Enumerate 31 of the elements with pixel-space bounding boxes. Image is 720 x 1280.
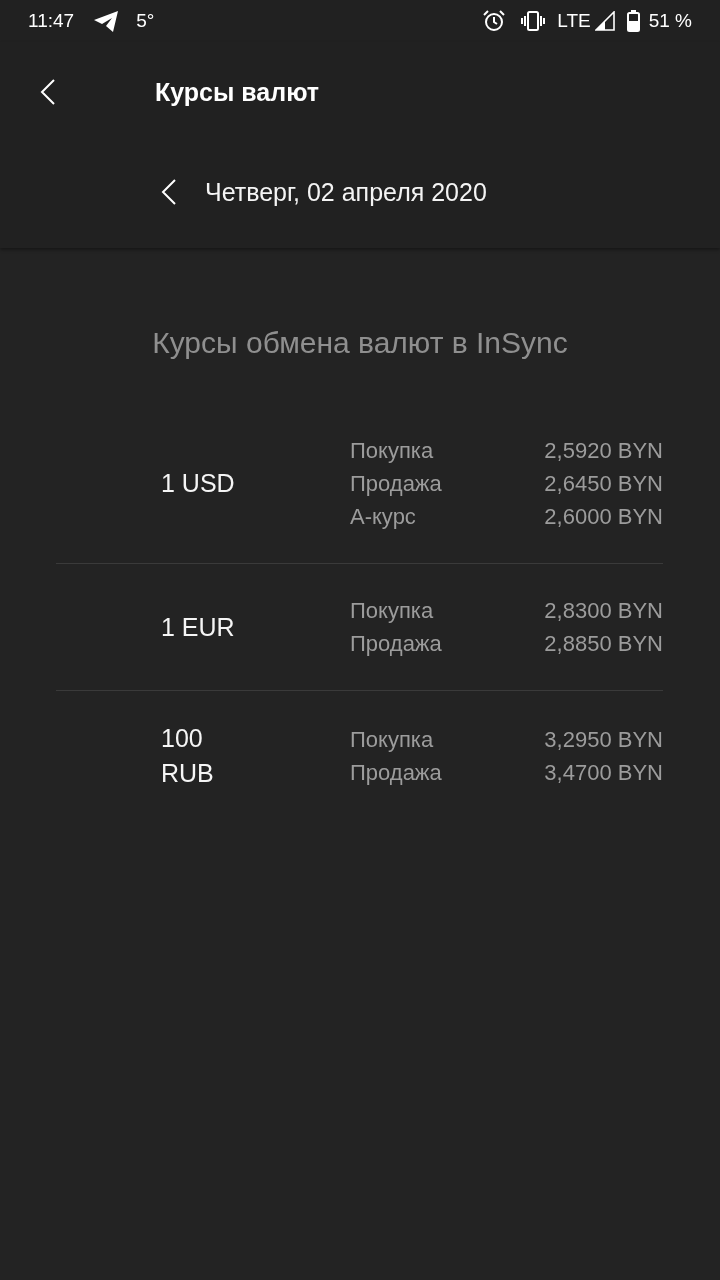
rate-value: 3,4700 BYN: [544, 759, 663, 787]
signal-icon: [594, 11, 615, 31]
temperature-label: 5°: [136, 10, 155, 32]
rate-label: Покупка: [350, 726, 435, 754]
network-type: LTE: [557, 10, 591, 32]
rate-label: Покупка: [350, 597, 435, 625]
rate-value: 3,2950 BYN: [544, 726, 663, 754]
rate-label: Продажа: [350, 759, 443, 787]
clock-time: 11:47: [28, 10, 75, 32]
rate-label: Продажа: [350, 630, 443, 658]
rate-value: 2,5920 BYN: [544, 437, 663, 465]
back-icon[interactable]: [40, 79, 56, 105]
vibrate-icon: [521, 11, 546, 31]
chevron-left-icon[interactable]: [161, 179, 177, 205]
date-label: Четверг, 02 апреля 2020: [205, 177, 487, 207]
rate-value: 2,8300 BYN: [544, 597, 663, 625]
rate-value: 2,8850 BYN: [544, 630, 663, 658]
currency-label: 1 EUR: [161, 611, 235, 643]
currency-label: 100 RUB: [161, 723, 215, 789]
rate-label: Покупка: [350, 437, 435, 465]
screen-title: Курсы валют: [155, 77, 320, 107]
rate-value: 2,6000 BYN: [544, 503, 663, 531]
battery-percent: 51 %: [648, 10, 692, 32]
rate-label: А-курс: [350, 503, 417, 531]
section-heading: Курсы обмена валют в InSync: [151, 325, 569, 361]
alarm-clock-icon: [483, 10, 506, 32]
currency-label: 1 USD: [161, 468, 235, 499]
paper-plane-icon: [94, 10, 119, 32]
battery-icon: [626, 10, 640, 32]
rate-label: Продажа: [350, 470, 443, 498]
rate-value: 2,6450 BYN: [544, 470, 663, 498]
